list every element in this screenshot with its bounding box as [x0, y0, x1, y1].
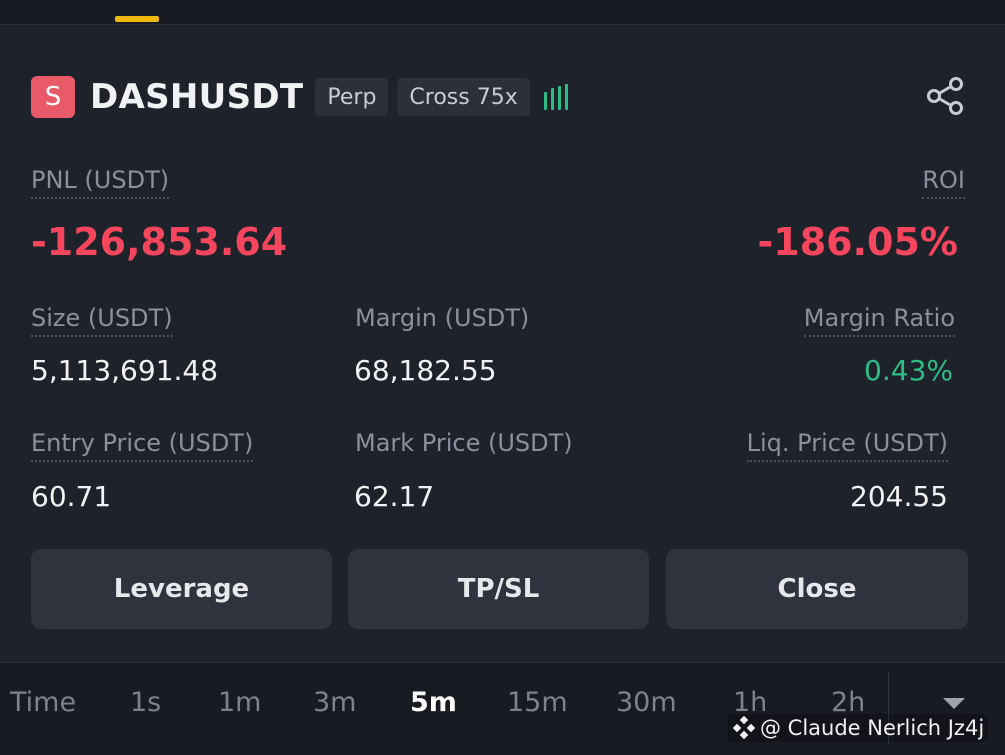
timeframe-3m[interactable]: 3m: [313, 687, 356, 718]
timeframe-1m[interactable]: 1m: [218, 687, 261, 718]
entry-price-label[interactable]: Entry Price (USDT): [31, 429, 254, 462]
tpsl-button[interactable]: TP/SL: [348, 549, 649, 629]
roi-label[interactable]: ROI: [922, 166, 965, 199]
symbol-name[interactable]: DASHUSDT: [90, 77, 303, 117]
margin-ratio-value: 0.43%: [864, 354, 953, 387]
diamond-logo-icon: [732, 716, 756, 740]
timeframe-15m[interactable]: 15m: [507, 687, 568, 718]
pnl-label[interactable]: PNL (USDT): [31, 166, 170, 199]
chevron-down-icon[interactable]: [943, 698, 965, 709]
timeframe-30m[interactable]: 30m: [616, 687, 677, 718]
liq-price-value: 204.55: [850, 480, 948, 513]
time-tab[interactable]: Time: [10, 687, 76, 718]
timeframe-5m[interactable]: 5m: [410, 687, 457, 718]
pnl-value: -126,853.64: [31, 220, 288, 264]
mark-price-value: 62.17: [354, 480, 435, 513]
watermark: @ Claude Nerlich Jz4j: [728, 714, 989, 742]
margin-ratio-label[interactable]: Margin Ratio: [803, 304, 955, 337]
timeframe-1s[interactable]: 1s: [130, 687, 161, 718]
liq-price-label[interactable]: Liq. Price (USDT): [746, 429, 948, 462]
close-button[interactable]: Close: [666, 549, 968, 629]
share-icon[interactable]: [924, 74, 968, 118]
position-header: S DASHUSDT Perp Cross 75x: [31, 75, 568, 119]
roi-value: -186.05%: [757, 220, 958, 264]
entry-price-value: 60.71: [31, 480, 112, 513]
margin-mode-tag[interactable]: Cross 75x: [397, 78, 530, 116]
watermark-text: @ Claude Nerlich Jz4j: [760, 716, 985, 740]
active-tab-indicator: [115, 16, 159, 22]
leverage-button[interactable]: Leverage: [31, 549, 332, 629]
margin-value: 68,182.55: [354, 354, 497, 387]
mark-price-label: Mark Price (USDT): [355, 429, 573, 457]
size-value: 5,113,691.48: [31, 354, 219, 387]
risk-bars-icon: [543, 84, 568, 110]
size-label[interactable]: Size (USDT): [31, 304, 173, 337]
contract-type-tag: Perp: [315, 78, 389, 116]
symbol-icon: S: [31, 76, 75, 118]
margin-label: Margin (USDT): [355, 304, 530, 332]
